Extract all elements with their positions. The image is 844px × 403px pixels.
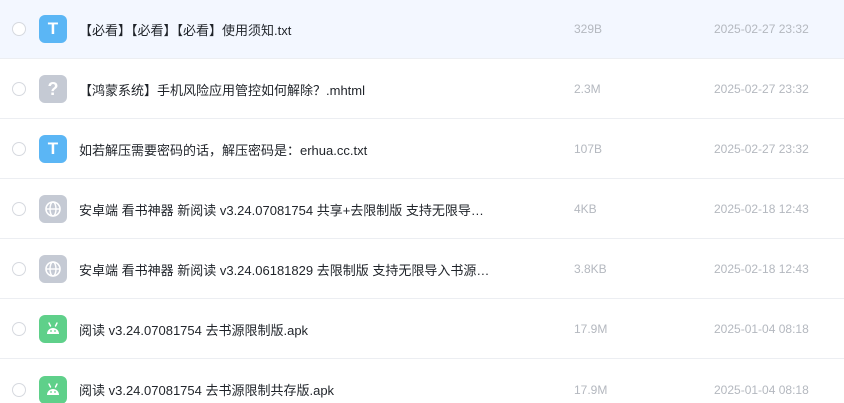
txt-file-icon: T — [39, 15, 67, 43]
android-apk-icon — [39, 315, 67, 343]
file-row[interactable]: 安卓端 看书神器 新阅读 v3.24.06181829 去限制版 支持无限导入书… — [0, 240, 844, 299]
txt-file-icon: T — [39, 135, 67, 163]
file-list: T 【必看】【必看】【必看】使用须知.txt 329B 2025-02-27 2… — [0, 0, 844, 403]
globe-icon — [45, 261, 61, 277]
select-radio[interactable] — [12, 262, 26, 276]
select-radio[interactable] — [12, 382, 26, 397]
file-date: 2025-01-04 08:18 — [714, 322, 809, 336]
file-size: 17.9M — [574, 382, 608, 397]
android-icon — [47, 322, 59, 334]
unknown-file-icon: ? — [39, 75, 67, 103]
file-row[interactable]: 阅读 v3.24.07081754 去书源限制共存版.apk 17.9M 202… — [0, 360, 844, 403]
select-radio[interactable] — [12, 142, 26, 156]
file-name[interactable]: 安卓端 看书神器 新阅读 v3.24.07081754 共享+去限制版 支持无限… — [79, 200, 519, 219]
file-date: 2025-02-27 23:32 — [714, 22, 809, 36]
file-name[interactable]: 阅读 v3.24.07081754 去书源限制版.apk — [79, 320, 519, 339]
file-size: 4KB — [574, 202, 597, 216]
file-row[interactable]: 安卓端 看书神器 新阅读 v3.24.07081754 共享+去限制版 支持无限… — [0, 180, 844, 239]
file-row[interactable]: T 【必看】【必看】【必看】使用须知.txt 329B 2025-02-27 2… — [0, 0, 844, 59]
web-link-icon — [39, 195, 67, 223]
file-size: 2.3M — [574, 82, 601, 96]
web-link-icon — [39, 255, 67, 283]
select-radio[interactable] — [12, 322, 26, 336]
file-name[interactable]: 【必看】【必看】【必看】使用须知.txt — [79, 20, 519, 39]
file-row[interactable]: T 如若解压需要密码的话，解压密码是：erhua.cc.txt 107B 202… — [0, 120, 844, 179]
file-date: 2025-02-18 12:43 — [714, 262, 809, 276]
file-name[interactable]: 阅读 v3.24.07081754 去书源限制共存版.apk — [79, 380, 519, 399]
android-icon — [47, 382, 59, 395]
globe-icon — [45, 201, 61, 217]
file-size: 329B — [574, 22, 603, 36]
file-date: 2025-02-27 23:32 — [714, 82, 809, 96]
select-radio[interactable] — [12, 22, 26, 36]
file-size: 17.9M — [574, 322, 608, 336]
file-name[interactable]: 如若解压需要密码的话，解压密码是：erhua.cc.txt — [79, 140, 519, 159]
file-date: 2025-02-27 23:32 — [714, 142, 809, 156]
file-date: 2025-02-18 12:43 — [714, 202, 809, 216]
file-name[interactable]: 安卓端 看书神器 新阅读 v3.24.06181829 去限制版 支持无限导入书… — [79, 260, 519, 279]
file-row[interactable]: ? 【鸿蒙系统】手机风险应用管控如何解除？.mhtml 2.3M 2025-02… — [0, 60, 844, 119]
file-size: 3.8KB — [574, 262, 607, 276]
file-row[interactable]: 阅读 v3.24.07081754 去书源限制版.apk 17.9M 2025-… — [0, 300, 844, 359]
android-apk-icon — [39, 375, 67, 403]
select-radio[interactable] — [12, 82, 26, 96]
file-size: 107B — [574, 142, 603, 156]
file-date: 2025-01-04 08:18 — [714, 382, 809, 397]
select-radio[interactable] — [12, 202, 26, 216]
file-name[interactable]: 【鸿蒙系统】手机风险应用管控如何解除？.mhtml — [79, 80, 519, 99]
